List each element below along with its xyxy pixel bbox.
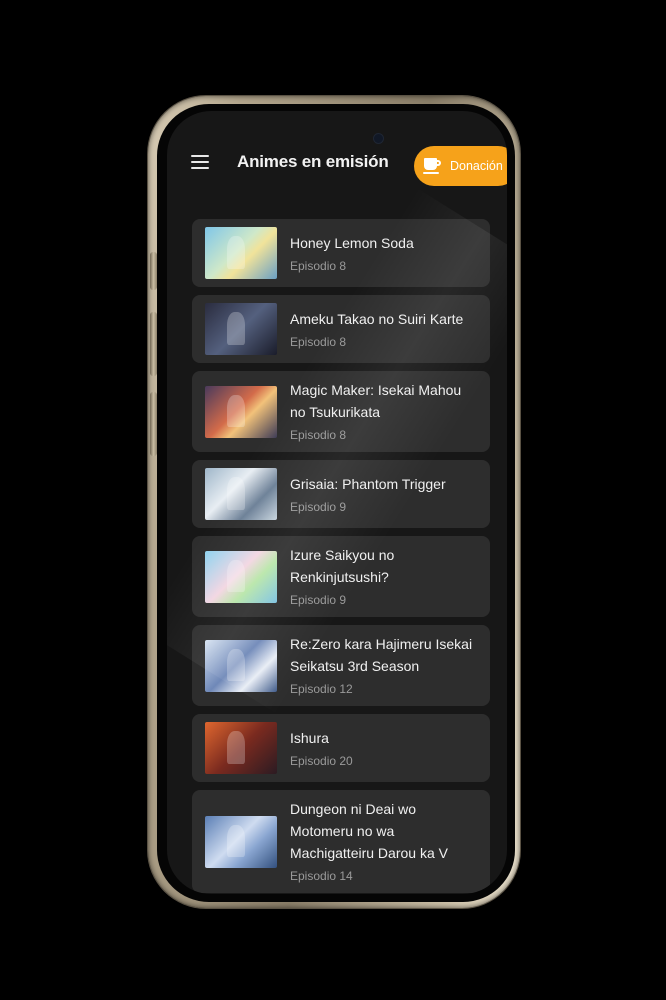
anime-list: Honey Lemon Soda Episodio 8 Ameku Takao …: [192, 219, 490, 894]
anime-title: Ameku Takao no Suiri Karte: [290, 310, 464, 327]
anime-card-ameku-takao[interactable]: Ameku Takao no Suiri Karte Episodio 8: [192, 295, 490, 363]
anime-card-honey-lemon-soda[interactable]: Honey Lemon Soda Episodio 8: [192, 219, 490, 287]
anime-episode: Episodio 8: [290, 334, 347, 349]
anime-title: Honey Lemon Soda: [290, 234, 414, 251]
anime-title: Re:Zero kara Hajimeru Isekai Seikatsu 3r…: [290, 636, 473, 674]
anime-card-re-zero[interactable]: Re:Zero kara Hajimeru Isekai Seikatsu 3r…: [192, 625, 490, 706]
anime-card-danmachi[interactable]: Dungeon ni Deai wo Motomeru no wa Machig…: [192, 790, 490, 893]
anime-card-magic-maker[interactable]: Magic Maker: Isekai Mahou no Tsukurikata…: [192, 371, 490, 452]
anime-title: Dungeon ni Deai wo Motomeru no wa Machig…: [290, 801, 448, 861]
page-title: Animes en emisión: [237, 152, 389, 171]
coffee-cup-icon: [423, 158, 442, 174]
anime-thumbnail: [205, 639, 277, 692]
anime-thumbnail: [205, 468, 277, 520]
anime-title: Grisaia: Phantom Trigger: [290, 475, 446, 492]
anime-episode: Episodio 8: [290, 258, 347, 273]
anime-episode: Episodio 9: [290, 593, 347, 607]
anime-episode: Episodio 9: [290, 499, 347, 514]
stage: Animes en emisión Donación Honey Lemon S…: [0, 0, 666, 1000]
hamburger-menu-icon[interactable]: [191, 155, 209, 169]
anime-thumbnail: [205, 722, 277, 774]
donate-button[interactable]: Donación: [414, 146, 507, 186]
anime-card-izure-saikyou[interactable]: Izure Saikyou no Renkinjutsushi? Episodi…: [192, 536, 490, 617]
volume-down-button: [150, 392, 157, 456]
anime-episode: Episodio 14: [290, 869, 353, 883]
anime-episode: Episodio 20: [290, 753, 353, 768]
phone-screen: Animes en emisión Donación Honey Lemon S…: [167, 111, 507, 894]
anime-title: Magic Maker: Isekai Mahou no Tsukurikata: [290, 382, 462, 420]
anime-episode: Episodio 12: [290, 682, 353, 696]
anime-episode: Episodio 8: [290, 428, 347, 442]
volume-up-button: [150, 312, 157, 376]
anime-thumbnail: [205, 227, 277, 279]
donate-label: Donación: [450, 159, 503, 173]
anime-title: Izure Saikyou no Renkinjutsushi?: [290, 547, 395, 585]
app-header: Animes en emisión Donación: [167, 141, 507, 191]
anime-thumbnail: [205, 815, 277, 868]
anime-thumbnail: [205, 385, 277, 438]
anime-thumbnail: [205, 303, 277, 355]
anime-card-grisaia[interactable]: Grisaia: Phantom Trigger Episodio 9: [192, 460, 490, 528]
anime-thumbnail: [205, 550, 277, 603]
action-button: [150, 252, 157, 290]
anime-title: Ishura: [290, 729, 329, 746]
anime-card-ishura[interactable]: Ishura Episodio 20: [192, 714, 490, 782]
